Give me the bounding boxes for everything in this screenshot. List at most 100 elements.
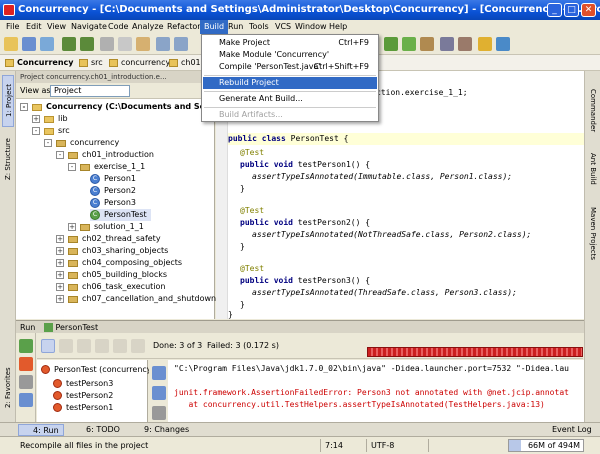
- menu-edit[interactable]: Edit: [22, 20, 46, 34]
- filter-icon[interactable]: [41, 339, 55, 353]
- help-icon[interactable]: [496, 37, 510, 51]
- settings-icon[interactable]: [440, 37, 454, 51]
- tab-changes[interactable]: 9: Changes: [130, 424, 193, 436]
- redo-icon[interactable]: [80, 37, 94, 51]
- structure-icon[interactable]: [458, 37, 472, 51]
- menu-run[interactable]: Run: [224, 20, 247, 34]
- tab-run[interactable]: 4: Run: [18, 424, 64, 436]
- code-assert-2: assertTypeIsAnnotated(NotThreadSafe.clas…: [252, 230, 532, 239]
- paste-icon[interactable]: [136, 37, 150, 51]
- folder-icon: [44, 116, 54, 123]
- sync-icon[interactable]: [40, 37, 54, 51]
- menu-file[interactable]: File: [2, 20, 23, 34]
- menu-item-make-project[interactable]: Make Project Ctrl+F9: [203, 37, 377, 49]
- tab-structure[interactable]: Z: Structure: [2, 131, 14, 187]
- minimize-button[interactable]: _: [547, 3, 562, 17]
- tree-item-person3[interactable]: C Person3: [90, 197, 136, 209]
- tab-project[interactable]: 1: Project: [2, 75, 14, 127]
- crumb-project[interactable]: Concurrency: [4, 55, 73, 71]
- menu-item-rebuild-project[interactable]: Rebuild Project: [203, 77, 377, 89]
- run-label: Run: [20, 323, 36, 332]
- test-row[interactable]: testPerson3: [53, 378, 113, 390]
- find-icon[interactable]: [156, 37, 170, 51]
- run-side-toolbar: [16, 333, 36, 422]
- menu-item-make-module[interactable]: Make Module 'Concurrency': [203, 49, 377, 61]
- code-assert-1: assertTypeIsAnnotated(Immutable.class, P…: [252, 172, 513, 181]
- file-encoding[interactable]: UTF-8: [366, 439, 428, 452]
- open-icon[interactable]: [4, 37, 18, 51]
- tree-item-ch05[interactable]: + ch05_building_blocks: [56, 269, 167, 281]
- code-method-2: public void testPerson2() {: [240, 218, 371, 227]
- tree-item-exercise[interactable]: - exercise_1_1: [68, 161, 145, 173]
- wrap-icon[interactable]: [152, 406, 166, 420]
- vcs-icon[interactable]: [478, 37, 492, 51]
- close-button[interactable]: ✕: [581, 3, 596, 17]
- crumb-concurrency[interactable]: concurrency: [108, 55, 170, 71]
- console-output[interactable]: "C:\Program Files\Java\jdk1.7.0_02\bin\j…: [168, 360, 584, 422]
- tree-item-ch03[interactable]: + ch03_sharing_objects: [56, 245, 168, 257]
- crumb-ch01[interactable]: ch01: [168, 55, 201, 71]
- collapse-icon[interactable]: [95, 339, 109, 353]
- tree-item-ch04[interactable]: + ch04_composing_objects: [56, 257, 182, 269]
- build-icon[interactable]: [420, 37, 434, 51]
- caret-position[interactable]: 7:14: [320, 439, 366, 452]
- menu-item-compile[interactable]: Compile 'PersonTest.java' Ctrl+Shift+F9: [203, 61, 377, 73]
- tree-item-concurrency[interactable]: - concurrency: [44, 137, 119, 149]
- tree-item-lib[interactable]: + lib: [32, 113, 68, 125]
- down-icon[interactable]: [131, 339, 145, 353]
- cut-icon[interactable]: [100, 37, 114, 51]
- menu-tools[interactable]: Tools: [245, 20, 273, 34]
- arrow-down-icon[interactable]: [152, 386, 166, 400]
- tree-item-ch06[interactable]: + ch06_task_execution: [56, 281, 165, 293]
- rerun-failed-icon[interactable]: [19, 357, 33, 371]
- menu-refactor[interactable]: Refactor: [163, 20, 205, 34]
- menu-view[interactable]: View: [43, 20, 70, 34]
- expand-icon[interactable]: [77, 339, 91, 353]
- arrow-up-icon[interactable]: [152, 366, 166, 380]
- package-icon: [68, 260, 78, 267]
- copy-icon[interactable]: [118, 37, 132, 51]
- run-icon[interactable]: [384, 37, 398, 51]
- tree-item-solution[interactable]: + solution_1_1: [68, 221, 144, 233]
- tree-item-ch07[interactable]: + ch07_cancellation_and_shutdown: [56, 293, 216, 305]
- run-config-tab[interactable]: PersonTest: [55, 323, 98, 332]
- tab-favorites[interactable]: 2: Favorites: [2, 359, 14, 417]
- menu-help[interactable]: Help: [325, 20, 351, 34]
- tab-commander[interactable]: Commander: [587, 89, 599, 145]
- window-title: Concurrency - [C:\Documents and Settings…: [0, 0, 600, 20]
- debug-icon[interactable]: [402, 37, 416, 51]
- tab-ant-build[interactable]: Ant Build: [587, 153, 599, 201]
- replace-icon[interactable]: [174, 37, 188, 51]
- undo-icon[interactable]: [62, 37, 76, 51]
- tab-maven-projects[interactable]: Maven Projects: [587, 207, 599, 273]
- console-line: junit.framework.AssertionFailedError: Pe…: [174, 388, 569, 397]
- maximize-button[interactable]: □: [564, 3, 579, 17]
- tree-item-src[interactable]: - src: [32, 125, 70, 137]
- test-row[interactable]: testPerson2: [53, 390, 113, 402]
- menu-item-generate-ant[interactable]: Generate Ant Build...: [203, 93, 377, 105]
- crumb-src[interactable]: src: [78, 55, 103, 71]
- tree-item-person1[interactable]: C Person1: [90, 173, 136, 185]
- sort-icon[interactable]: [59, 339, 73, 353]
- view-as-bar: View as: Project: [16, 83, 214, 99]
- tab-event-log[interactable]: Event Log: [548, 424, 596, 436]
- up-icon[interactable]: [113, 339, 127, 353]
- package-icon: [68, 296, 78, 303]
- tree-item-ch02[interactable]: + ch02_thread_safety: [56, 233, 161, 245]
- failed-icon: [41, 365, 50, 374]
- export-icon[interactable]: [19, 393, 33, 407]
- test-suite-row[interactable]: PersonTest (concurrency: [41, 364, 152, 376]
- save-icon[interactable]: [22, 37, 36, 51]
- rerun-icon[interactable]: [19, 339, 33, 353]
- test-row[interactable]: testPerson1: [53, 402, 113, 414]
- view-as-select[interactable]: Project: [50, 85, 130, 97]
- tree-item-persontest[interactable]: C PersonTest: [90, 209, 151, 221]
- stop-icon[interactable]: [19, 375, 33, 389]
- menu-analyze[interactable]: Analyze: [128, 20, 168, 34]
- memory-indicator[interactable]: 66M of 494M: [508, 439, 584, 452]
- left-tool-strip: 1: Project Z: Structure 2: Favorites: [0, 71, 16, 422]
- run-done-count: Done: 3 of 3: [153, 341, 203, 350]
- tree-item-ch01[interactable]: - ch01_introduction: [56, 149, 154, 161]
- tab-todo[interactable]: 6: TODO: [72, 424, 124, 436]
- tree-item-person2[interactable]: C Person2: [90, 185, 136, 197]
